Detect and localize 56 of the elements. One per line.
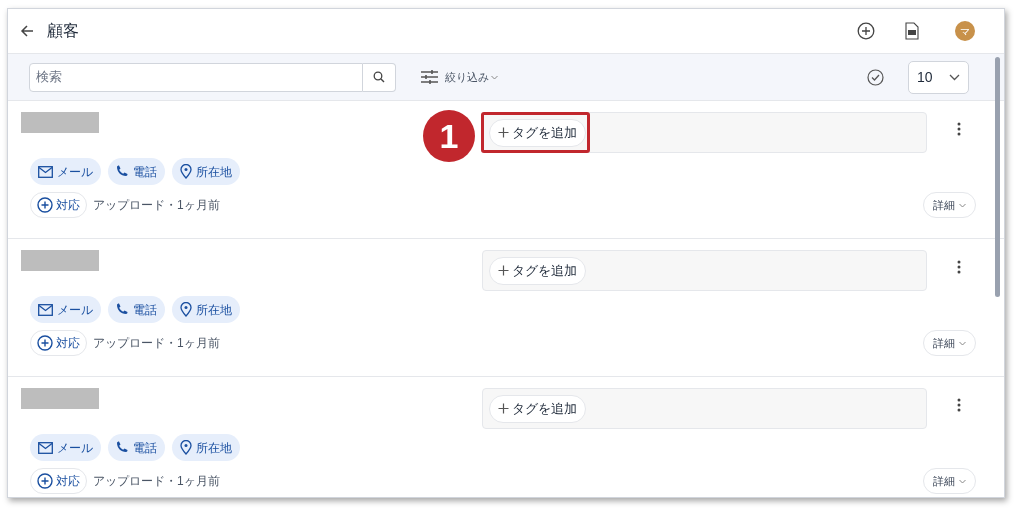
- location-pin-icon: [180, 302, 192, 317]
- phone-icon: [116, 441, 129, 454]
- phone-icon: [116, 165, 129, 178]
- filter-dropdown[interactable]: 絞り込み: [445, 68, 498, 86]
- details-button[interactable]: 詳細: [923, 192, 976, 218]
- back-arrow-icon[interactable]: [20, 24, 34, 38]
- page-title: 顧客: [47, 21, 79, 41]
- upload-time-text: アップロード・1ヶ月前: [93, 473, 220, 489]
- search-icon[interactable]: [373, 71, 385, 83]
- contact-chip[interactable]: メール: [30, 158, 101, 185]
- more-options-icon[interactable]: [957, 260, 961, 274]
- action-button[interactable]: 対応: [30, 192, 87, 218]
- search-button[interactable]: [363, 62, 396, 92]
- envelope-icon: [38, 303, 53, 316]
- plus-icon: [498, 127, 509, 138]
- envelope-icon: [38, 441, 53, 454]
- upload-time-text: アップロード・1ヶ月前: [93, 335, 220, 351]
- chevron-down-icon: [959, 340, 966, 346]
- add-circle-icon: [37, 473, 53, 489]
- contact-chip[interactable]: メール: [30, 434, 101, 461]
- contact-chip[interactable]: 電話: [108, 434, 165, 461]
- plus-icon: [498, 403, 509, 414]
- chevron-down-icon: [959, 202, 966, 208]
- action-button[interactable]: 対応: [30, 330, 87, 356]
- search-field[interactable]: 検索: [29, 62, 363, 92]
- page-size-select[interactable]: 10: [908, 60, 969, 94]
- upload-time-text: アップロード・1ヶ月前: [93, 197, 220, 213]
- scrollbar-thumb[interactable]: [995, 57, 1000, 297]
- add-tag-button[interactable]: タグを追加: [489, 118, 586, 147]
- plus-icon: [498, 265, 509, 276]
- chevron-down-icon: [491, 74, 498, 80]
- contact-chip[interactable]: 所在地: [172, 296, 240, 323]
- chevron-down-icon: [959, 478, 966, 484]
- add-tag-button[interactable]: タグを追加: [489, 256, 586, 285]
- add-circle-icon: [37, 335, 53, 351]
- phone-icon: [116, 303, 129, 316]
- contact-chip[interactable]: 電話: [108, 296, 165, 323]
- contact-chip[interactable]: 所在地: [172, 434, 240, 461]
- location-pin-icon: [180, 164, 192, 179]
- filter-sliders-icon[interactable]: [421, 70, 438, 84]
- more-options-icon[interactable]: [957, 398, 961, 412]
- check-circle-icon[interactable]: [867, 68, 884, 86]
- chevron-down-icon: [949, 73, 960, 81]
- details-button[interactable]: 詳細: [923, 468, 976, 494]
- action-button[interactable]: 対応: [30, 468, 87, 494]
- contact-chip[interactable]: 所在地: [172, 158, 240, 185]
- step-number-badge: 1: [423, 110, 475, 162]
- add-icon[interactable]: [857, 22, 875, 40]
- location-pin-icon: [180, 440, 192, 455]
- more-options-icon[interactable]: [957, 122, 961, 136]
- details-button[interactable]: 詳細: [923, 330, 976, 356]
- contact-chip[interactable]: 電話: [108, 158, 165, 185]
- add-circle-icon: [37, 197, 53, 213]
- envelope-icon: [38, 165, 53, 178]
- contact-chip[interactable]: メール: [30, 296, 101, 323]
- add-tag-button[interactable]: タグを追加: [489, 394, 586, 423]
